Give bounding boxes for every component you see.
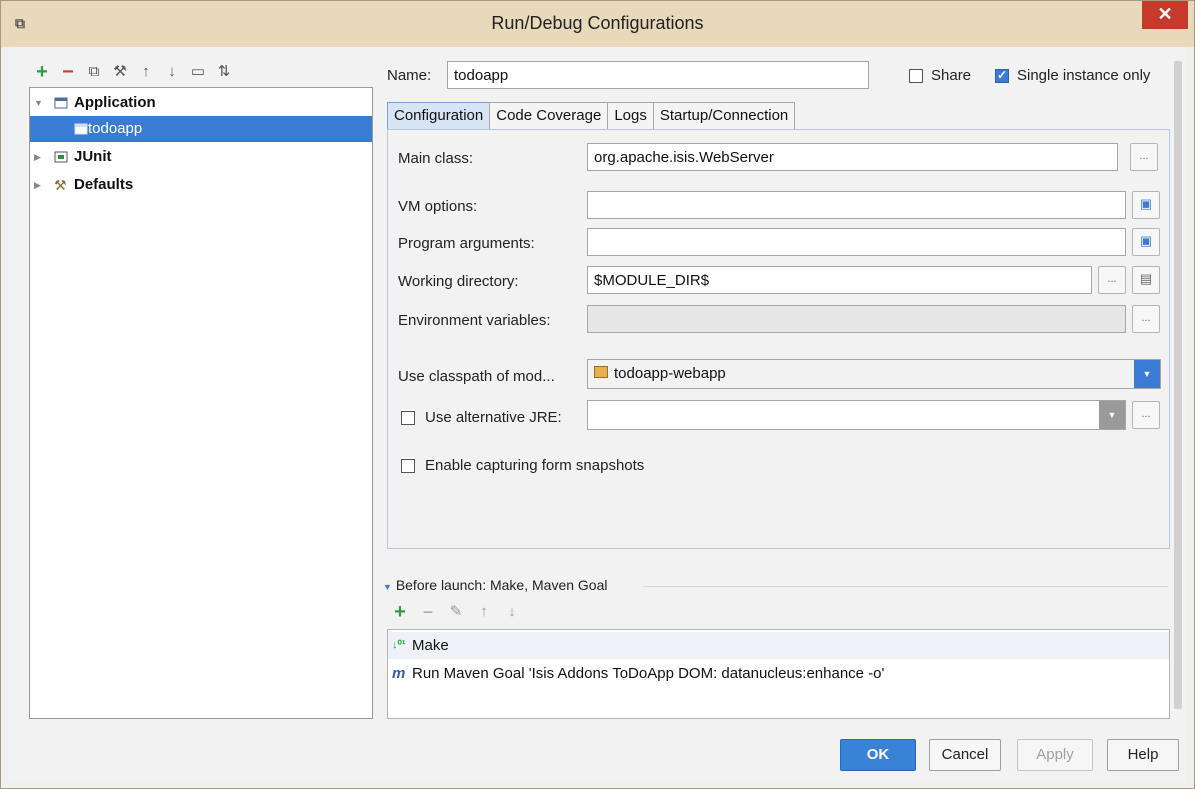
wrench-icon: ⚒: [54, 177, 67, 193]
list-item[interactable]: m Run Maven Goal 'Isis Addons ToDoApp DO…: [388, 660, 1169, 687]
capture-snapshots-checkbox[interactable]: [401, 459, 415, 473]
expand-arrow-icon[interactable]: ▶: [34, 144, 44, 170]
expand-vm-options-button[interactable]: ▣: [1132, 191, 1160, 219]
vm-options-field[interactable]: [587, 191, 1126, 219]
tree-item-todoapp[interactable]: todoapp: [30, 116, 372, 142]
maven-icon: m: [392, 665, 406, 682]
ok-button[interactable]: OK: [840, 739, 916, 771]
main-class-field[interactable]: [587, 143, 1118, 171]
name-field[interactable]: [447, 61, 869, 89]
browse-main-class-button[interactable]: ...: [1130, 143, 1158, 171]
tree-item-label: todoapp: [88, 120, 143, 137]
tree-item-junit[interactable]: ▶ JUnit: [30, 144, 372, 170]
program-arguments-field[interactable]: [587, 228, 1126, 256]
config-tabs: Configuration Code Coverage Logs Startup…: [387, 102, 796, 130]
share-checkbox[interactable]: [909, 69, 923, 83]
collapse-arrow-icon[interactable]: ▼: [34, 90, 44, 116]
move-up-icon[interactable]: ↑: [137, 63, 155, 81]
share-label: Share: [931, 67, 972, 84]
environment-variables-label: Environment variables:: [398, 312, 551, 329]
task-label: Make: [412, 637, 449, 654]
browse-jre-button[interactable]: ...: [1132, 401, 1160, 429]
move-task-up-icon[interactable]: ↑: [475, 603, 493, 621]
title-bar: ⧉ Run/Debug Configurations ✕: [1, 1, 1194, 47]
help-button[interactable]: Help: [1107, 739, 1179, 771]
single-instance-label: Single instance only: [1017, 67, 1151, 84]
expand-program-arguments-button[interactable]: ▣: [1132, 228, 1160, 256]
add-icon[interactable]: +: [33, 62, 51, 82]
tab-configuration[interactable]: Configuration: [387, 102, 491, 129]
folder-icon[interactable]: ▭: [189, 63, 207, 81]
close-button[interactable]: ✕: [1142, 1, 1188, 29]
alternative-jre-select[interactable]: ▼: [587, 400, 1126, 430]
collapse-arrow-icon[interactable]: ▼: [383, 582, 392, 592]
capture-snapshots-label: Enable capturing form snapshots: [425, 457, 645, 474]
sort-icon[interactable]: ⇅: [215, 63, 233, 81]
classpath-module-value: todoapp-webapp: [614, 365, 726, 382]
window-title: Run/Debug Configurations: [491, 13, 704, 33]
before-launch-header[interactable]: ▼ Before launch: Make, Maven Goal: [383, 577, 607, 593]
before-launch-title: Before launch: Make, Maven Goal: [395, 577, 608, 593]
tab-startup-connection[interactable]: Startup/Connection: [652, 102, 796, 129]
working-directory-field[interactable]: [587, 266, 1092, 294]
copy-icon[interactable]: ⧉: [85, 63, 103, 81]
tree-item-defaults[interactable]: ▶ ⚒ Defaults: [30, 172, 372, 198]
edit-task-icon[interactable]: ✎: [447, 603, 465, 621]
main-class-label: Main class:: [398, 150, 474, 167]
remove-icon[interactable]: −: [59, 62, 77, 82]
application-config-icon: [74, 123, 88, 135]
browse-working-directory-button[interactable]: ...: [1098, 266, 1126, 294]
dialog-body: + − ⧉ ⚒ ↑ ↓ ▭ ⇅ ▼ Application todoapp ▶ …: [9, 47, 1186, 782]
list-item[interactable]: ↓⁰¹ Make: [388, 632, 1169, 659]
before-launch-divider: [643, 586, 1168, 587]
configuration-tree: ▼ Application todoapp ▶ JUnit ▶ ⚒ Defaul…: [29, 87, 373, 719]
tab-logs[interactable]: Logs: [607, 102, 654, 129]
tab-code-coverage[interactable]: Code Coverage: [489, 102, 609, 129]
wrench-icon[interactable]: ⚒: [111, 63, 129, 81]
chevron-down-icon[interactable]: ▼: [1099, 401, 1125, 429]
program-arguments-label: Program arguments:: [398, 235, 535, 252]
configuration-toolbar: + − ⧉ ⚒ ↑ ↓ ▭ ⇅: [33, 61, 233, 83]
run-debug-configurations-window: ⧉ Run/Debug Configurations ✕ + − ⧉ ⚒ ↑ ↓…: [0, 0, 1195, 789]
classpath-module-select[interactable]: todoapp-webapp ▼: [587, 359, 1161, 389]
single-instance-checkbox[interactable]: [995, 68, 1009, 83]
junit-icon: [54, 151, 68, 163]
tree-item-application[interactable]: ▼ Application: [30, 90, 372, 116]
before-launch-list: ↓⁰¹ Make m Run Maven Goal 'Isis Addons T…: [387, 629, 1170, 719]
edit-environment-variables-button[interactable]: ...: [1132, 305, 1160, 333]
environment-variables-field[interactable]: [587, 305, 1126, 333]
move-task-down-icon[interactable]: ↓: [503, 603, 521, 621]
tree-item-label: Application: [74, 94, 156, 111]
add-task-icon[interactable]: +: [391, 602, 409, 622]
tree-item-label: JUnit: [74, 148, 112, 165]
macros-icon[interactable]: ▤: [1132, 266, 1160, 294]
cancel-button[interactable]: Cancel: [929, 739, 1001, 771]
tree-item-label: Defaults: [74, 176, 134, 193]
module-folder-icon: [594, 366, 608, 378]
vm-options-label: VM options:: [398, 198, 478, 215]
task-label: Run Maven Goal 'Isis Addons ToDoApp DOM:…: [412, 665, 885, 682]
expand-arrow-icon[interactable]: ▶: [34, 172, 44, 198]
before-launch-toolbar: + − ✎ ↑ ↓: [391, 602, 521, 622]
apply-button[interactable]: Apply: [1017, 739, 1093, 771]
working-directory-label: Working directory:: [398, 273, 519, 290]
classpath-label: Use classpath of mod...: [398, 368, 555, 385]
alternative-jre-label: Use alternative JRE:: [425, 409, 562, 426]
name-label: Name:: [387, 67, 432, 84]
application-icon: [54, 97, 68, 109]
make-icon: ↓⁰¹: [392, 639, 406, 651]
alternative-jre-checkbox[interactable]: [401, 411, 415, 425]
move-down-icon[interactable]: ↓: [163, 63, 181, 81]
chevron-down-icon[interactable]: ▼: [1134, 360, 1160, 388]
scrollbar[interactable]: [1174, 61, 1182, 709]
remove-task-icon[interactable]: −: [419, 603, 437, 621]
